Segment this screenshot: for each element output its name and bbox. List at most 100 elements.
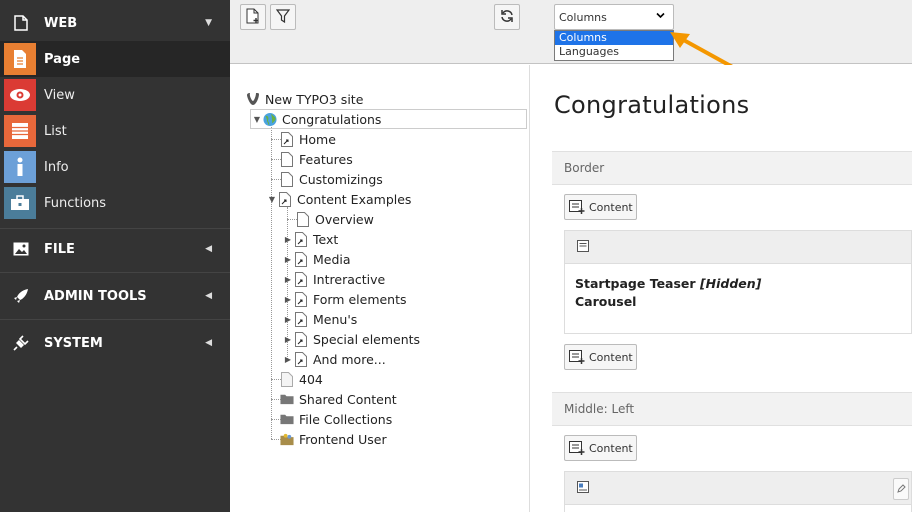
tree-node-and-more[interactable]: ▶ And more... xyxy=(282,349,386,369)
module-label: View xyxy=(44,87,75,103)
page-shortcut-icon xyxy=(294,351,308,367)
tree-node-media[interactable]: ▶ Media xyxy=(282,249,351,269)
group-system[interactable]: SYSTEM ◀ xyxy=(0,323,230,363)
doc-header: Columns Columns Languages xyxy=(230,0,912,72)
info-icon xyxy=(4,151,36,183)
image-icon xyxy=(11,242,31,256)
refresh-button[interactable] xyxy=(494,4,520,30)
tree-label: Menu's xyxy=(313,311,358,327)
tree-node-intreractive[interactable]: ▶ Intreractive xyxy=(282,269,385,289)
module-page[interactable]: Page xyxy=(0,41,230,77)
tree-label: Congratulations xyxy=(282,111,382,127)
content-element-title: Startpage Teaser xyxy=(575,276,696,291)
page-shortcut-icon xyxy=(294,251,308,267)
tree-label: Frontend User xyxy=(299,431,387,447)
column-label: Border xyxy=(564,161,605,175)
tree-node-congratulations[interactable]: ▼ Congratulations xyxy=(250,109,527,129)
module-info[interactable]: Info xyxy=(0,149,230,185)
add-content-button[interactable]: Content xyxy=(564,344,637,370)
tree-node-home[interactable]: Home xyxy=(280,129,336,149)
tree-label: File Collections xyxy=(299,411,393,427)
filter-button[interactable] xyxy=(270,4,296,30)
expand-right-icon[interactable]: ▶ xyxy=(282,255,294,264)
page-shortcut-icon xyxy=(294,331,308,347)
caret-down-icon: ▼ xyxy=(205,18,212,28)
module-menu: WEB ▼ Page View List Info Functions FILE… xyxy=(0,0,230,512)
pencil-icon xyxy=(896,482,906,496)
filter-icon xyxy=(275,8,291,26)
select-value: Columns xyxy=(559,10,607,24)
tree-node-frontend-user[interactable]: Frontend User xyxy=(280,429,387,449)
group-label: WEB xyxy=(44,15,78,31)
page-module-icon xyxy=(4,43,36,75)
list-icon xyxy=(4,115,36,147)
expand-down-icon[interactable]: ▼ xyxy=(251,115,263,124)
expand-right-icon[interactable]: ▶ xyxy=(282,315,294,324)
content-element-header xyxy=(565,231,911,264)
rocket-icon xyxy=(11,288,31,304)
tree-node-shared-content[interactable]: Shared Content xyxy=(280,389,397,409)
edit-button[interactable] xyxy=(893,478,909,500)
tree-node-menus[interactable]: ▶ Menu's xyxy=(282,309,357,329)
group-label: SYSTEM xyxy=(44,335,103,351)
tree-label: Customizings xyxy=(299,171,383,187)
page-icon xyxy=(296,211,310,227)
group-admin-tools[interactable]: ADMIN TOOLS ◀ xyxy=(0,276,230,316)
text-image-icon xyxy=(577,480,589,496)
content-element[interactable]: Startpage Teaser [Hidden] Carousel xyxy=(564,230,912,334)
add-content-button[interactable]: Content xyxy=(564,194,637,220)
tree-label: Form elements xyxy=(313,291,407,307)
typo3-logo-icon xyxy=(246,91,260,107)
tree-label: Intreractive xyxy=(313,271,386,287)
button-label: Content xyxy=(589,350,633,364)
expand-right-icon[interactable]: ▶ xyxy=(282,355,294,364)
tree-node-404[interactable]: 404 xyxy=(280,369,323,389)
expand-right-icon[interactable]: ▶ xyxy=(282,275,294,284)
module-functions[interactable]: Functions xyxy=(0,185,230,221)
page-icon xyxy=(280,151,294,167)
page-shortcut-icon xyxy=(294,271,308,287)
page-hidden-icon xyxy=(280,371,294,387)
group-label: ADMIN TOOLS xyxy=(44,288,147,304)
content-element-subtitle: Carousel xyxy=(575,294,637,309)
tree-root[interactable]: New TYPO3 site xyxy=(246,89,363,109)
page-shortcut-icon xyxy=(294,291,308,307)
tree-node-form-elements[interactable]: ▶ Form elements xyxy=(282,289,407,309)
expand-right-icon[interactable]: ▶ xyxy=(282,295,294,304)
eye-icon xyxy=(4,79,36,111)
folder-icon xyxy=(280,411,294,427)
module-label: List xyxy=(44,123,67,139)
page-shortcut-icon xyxy=(294,231,308,247)
group-label: FILE xyxy=(44,241,75,257)
add-content-button[interactable]: Content xyxy=(564,435,637,461)
tree-node-features[interactable]: Features xyxy=(280,149,353,169)
chevron-down-icon xyxy=(656,11,665,22)
tree-node-customizings[interactable]: Customizings xyxy=(280,169,383,189)
new-page-button[interactable] xyxy=(240,4,266,30)
tree-node-overview[interactable]: Overview xyxy=(296,209,374,229)
document-icon xyxy=(11,15,31,31)
tree-node-text[interactable]: ▶ Text xyxy=(282,229,338,249)
globe-icon xyxy=(263,111,277,127)
module-view[interactable]: View xyxy=(0,77,230,113)
module-label: Page xyxy=(44,51,81,67)
expand-right-icon[interactable]: ▶ xyxy=(282,335,294,344)
tree-node-file-collections[interactable]: File Collections xyxy=(280,409,392,429)
tree-node-special-elements[interactable]: ▶ Special elements xyxy=(282,329,420,349)
page-title: Congratulations xyxy=(554,91,750,119)
tree-node-content-examples[interactable]: ▼ Content Examples xyxy=(266,189,411,209)
content-element[interactable] xyxy=(564,471,912,512)
divider xyxy=(0,272,230,273)
group-file[interactable]: FILE ◀ xyxy=(0,229,230,269)
divider xyxy=(0,319,230,320)
tree-label: Text xyxy=(313,231,339,247)
toolbox-icon xyxy=(4,187,36,219)
column-middle-left-header: Middle: Left xyxy=(552,392,912,426)
hidden-tag: [Hidden] xyxy=(699,276,762,291)
group-web[interactable]: WEB ▼ xyxy=(0,3,230,43)
module-label: Info xyxy=(44,159,69,175)
expand-down-icon[interactable]: ▼ xyxy=(266,195,278,204)
button-label: Content xyxy=(589,200,633,214)
module-list[interactable]: List xyxy=(0,113,230,149)
expand-right-icon[interactable]: ▶ xyxy=(282,235,294,244)
